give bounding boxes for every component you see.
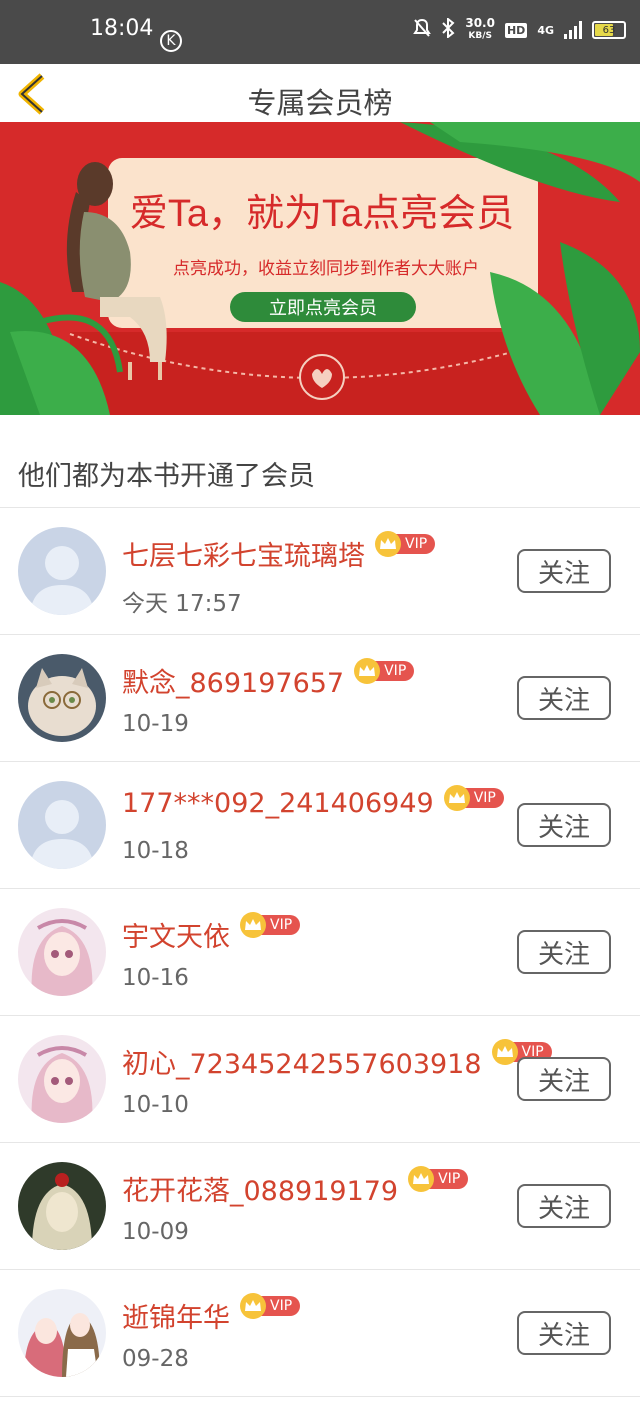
signal-icon xyxy=(564,21,582,39)
avatar[interactable] xyxy=(18,781,106,869)
follow-button[interactable]: 关注 xyxy=(517,1057,611,1101)
member-date: 09-28 xyxy=(122,1346,189,1372)
member-date: 10-10 xyxy=(122,1092,189,1118)
section-title: 他们都为本书开通了会员 xyxy=(18,461,315,492)
member-row[interactable]: 逝锦年华 VIP 09-28 关注 xyxy=(0,1270,640,1397)
follow-button[interactable]: 关注 xyxy=(517,930,611,974)
member-name-line: 初心_72345242557603918 VIP xyxy=(122,1039,552,1081)
follow-button[interactable]: 关注 xyxy=(517,1184,611,1228)
status-indicators: 30.0 KB/S HD 4G 63 xyxy=(413,16,626,42)
member-name-line: 花开花落_088919179 VIP xyxy=(122,1166,469,1208)
member-date: 10-19 xyxy=(122,711,189,737)
banner-illustration: 爱Ta，就为Ta点亮会员 点亮成功，收益立刻同步到作者大大账户 立即点亮会员 xyxy=(0,122,640,415)
member-name[interactable]: 177***092_241406949 xyxy=(122,788,434,819)
battery-level: 63 xyxy=(602,24,616,36)
speed-unit: KB/S xyxy=(468,31,492,41)
vip-badge: VIP xyxy=(443,785,504,811)
member-row[interactable]: 默念_869197657 VIP 10-19 关注 xyxy=(0,635,640,762)
member-row[interactable]: 七层七彩七宝琉璃塔 VIP 今天 17:57 关注 xyxy=(0,508,640,635)
banner-subline: 点亮成功，收益立刻同步到作者大大账户 xyxy=(173,259,479,278)
banner-headline: 爱Ta，就为Ta点亮会员 xyxy=(130,193,514,235)
vip-badge: VIP xyxy=(240,1293,301,1319)
vip-badge: VIP xyxy=(240,912,301,938)
vip-banner[interactable]: 爱Ta，就为Ta点亮会员 点亮成功，收益立刻同步到作者大大账户 立即点亮会员 xyxy=(0,122,640,415)
member-date: 今天 17:57 xyxy=(122,591,242,617)
member-row[interactable]: 宇文天依 VIP 10-16 关注 xyxy=(0,889,640,1016)
crown-icon xyxy=(240,1293,266,1319)
follow-button[interactable]: 关注 xyxy=(517,1311,611,1355)
vip-badge: VIP xyxy=(408,1166,469,1192)
member-name[interactable]: 宇文天依 xyxy=(122,915,230,954)
member-name[interactable]: 逝锦年华 xyxy=(122,1296,230,1335)
member-list: 七层七彩七宝琉璃塔 VIP 今天 17:57 关注 默念_869197657 V… xyxy=(0,508,640,1397)
avatar[interactable] xyxy=(18,908,106,996)
crown-icon xyxy=(354,658,381,684)
avatar[interactable] xyxy=(18,1289,106,1377)
battery-icon: 63 xyxy=(592,21,626,39)
member-name[interactable]: 花开花落_088919179 xyxy=(122,1169,398,1208)
bluetooth-icon xyxy=(441,16,455,42)
crown-icon xyxy=(375,531,401,557)
page-title: 专属会员榜 xyxy=(247,86,393,120)
member-date: 10-16 xyxy=(122,965,189,991)
member-row[interactable]: 初心_72345242557603918 VIP 10-10 关注 xyxy=(0,1016,640,1143)
network-type: 4G xyxy=(537,23,554,37)
crown-icon xyxy=(240,912,266,938)
follow-button[interactable]: 关注 xyxy=(517,549,611,593)
crown-icon xyxy=(443,785,470,811)
member-date: 10-18 xyxy=(122,838,189,864)
vip-badge: VIP xyxy=(375,531,436,557)
member-name[interactable]: 默念_869197657 xyxy=(122,661,344,700)
banner-cta: 立即点亮会员 xyxy=(269,298,377,318)
member-date: 10-09 xyxy=(122,1219,189,1245)
mute-icon xyxy=(413,18,432,42)
member-row[interactable]: 177***092_241406949 VIP 10-18 关注 xyxy=(0,762,640,889)
status-bar: 18:04 K 30.0 KB/S HD 4G 63 xyxy=(0,0,640,64)
avatar[interactable] xyxy=(18,1035,106,1123)
crown-icon xyxy=(491,1039,518,1065)
member-name-line: 逝锦年华 VIP xyxy=(122,1293,301,1335)
hd-badge: HD xyxy=(504,22,528,38)
follow-button[interactable]: 关注 xyxy=(517,803,611,847)
vip-badge: VIP xyxy=(354,658,415,684)
network-speed: 30.0 KB/S xyxy=(465,16,495,42)
k-app-icon: K xyxy=(160,30,182,52)
avatar[interactable] xyxy=(18,654,106,742)
avatar[interactable] xyxy=(18,527,106,615)
member-name-line: 七层七彩七宝琉璃塔 VIP xyxy=(122,531,436,573)
member-name-line: 宇文天依 VIP xyxy=(122,912,301,954)
member-row[interactable]: 花开花落_088919179 VIP 10-09 关注 xyxy=(0,1143,640,1270)
member-name-line: 177***092_241406949 VIP xyxy=(122,785,504,819)
member-name[interactable]: 七层七彩七宝琉璃塔 xyxy=(122,534,365,573)
status-time: 18:04 xyxy=(90,16,154,41)
speed-value: 30.0 xyxy=(465,16,495,30)
avatar[interactable] xyxy=(18,1162,106,1250)
follow-button[interactable]: 关注 xyxy=(517,676,611,720)
member-name[interactable]: 初心_72345242557603918 xyxy=(122,1042,482,1081)
nav-bar: 专属会员榜 xyxy=(0,64,640,122)
crown-icon xyxy=(408,1166,435,1192)
member-name-line: 默念_869197657 VIP xyxy=(122,658,415,700)
